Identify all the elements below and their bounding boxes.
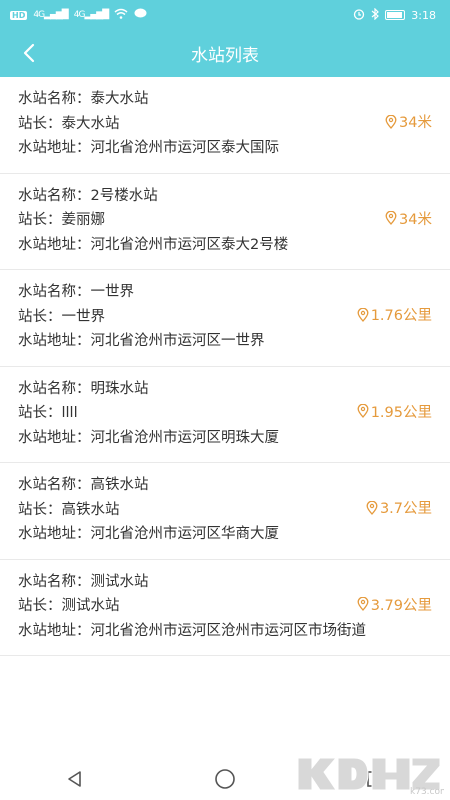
bluetooth-icon <box>371 7 380 23</box>
station-address-label: 水站地址： <box>18 333 91 349</box>
chevron-left-icon <box>23 43 35 63</box>
station-name-row: 水站名称：高铁水站 <box>18 473 432 498</box>
location-pin-icon <box>385 114 397 129</box>
station-manager-row: 站长：姜丽娜 <box>18 208 432 233</box>
page-title: 水站列表 <box>191 46 259 66</box>
station-address-label: 水站地址： <box>18 526 91 542</box>
location-pin-icon <box>357 597 369 611</box>
station-name: 测试水站 <box>90 573 149 590</box>
station-address-row: 水站地址：河北省沧州市运河区泰大2号楼 <box>18 233 432 258</box>
station-manager: 一世界 <box>61 308 106 325</box>
station-address-row: 水站地址：河北省沧州市运河区沧州市运河区市场街道 <box>18 619 432 644</box>
station-list-item[interactable]: 水站名称：一世界 站长：一世界 水站地址：河北省沧州市运河区一世界 1.76公里 <box>0 270 450 367</box>
station-manager: 测试水站 <box>61 598 120 614</box>
station-address: 河北省沧州市运河区一世界 <box>90 333 265 349</box>
battery-icon <box>385 10 406 20</box>
station-list-item[interactable]: 水站名称：2号楼水站 站长：姜丽娜 水站地址：河北省沧州市运河区泰大2号楼 34… <box>0 174 450 270</box>
location-pin-icon <box>385 211 397 225</box>
hd-badge: HD <box>10 10 28 20</box>
station-manager-label: 站长： <box>18 501 62 518</box>
station-name-row: 水站名称：2号楼水站 <box>18 184 432 209</box>
station-distance: 34米 <box>385 111 432 132</box>
station-name: 明珠水站 <box>90 380 149 397</box>
station-distance: 1.76公里 <box>357 304 432 325</box>
station-distance: 34米 <box>385 208 432 229</box>
station-name-row: 水站名称：明珠水站 <box>18 377 432 402</box>
distance-value: 3.79公里 <box>370 597 432 614</box>
triangle-back-icon <box>68 770 81 787</box>
back-nav-button[interactable] <box>55 764 95 794</box>
station-distance: 3.79公里 <box>357 594 432 615</box>
status-bar: HD 4G▂▄▆█ 4G▂▄▆█ 3:18 <box>0 0 450 30</box>
distance-value: 1.76公里 <box>370 308 432 324</box>
station-name-label: 水站名称： <box>18 477 91 493</box>
station-list: 水站名称：泰大水站 站长：泰大水站 水站地址：河北省沧州市运河区泰大国际 34米… <box>0 77 450 656</box>
station-manager: 高铁水站 <box>61 501 120 518</box>
wifi-icon <box>114 8 128 22</box>
station-address: 河北省沧州市运河区明珠大厦 <box>90 429 280 446</box>
alarm-icon <box>353 8 365 23</box>
station-address-row: 水站地址：河北省沧州市运河区华商大厦 <box>18 522 432 547</box>
station-name-label: 水站名称： <box>18 380 91 397</box>
station-name: 2号楼水站 <box>90 187 158 204</box>
station-list-item[interactable]: 水站名称：高铁水站 站长：高铁水站 水站地址：河北省沧州市运河区华商大厦 3.7… <box>0 463 450 560</box>
station-manager-row: 站长：泰大水站 <box>18 112 432 137</box>
distance-value: 34米 <box>399 211 432 228</box>
distance-value: 1.95公里 <box>370 404 432 421</box>
station-distance: 1.95公里 <box>357 401 432 422</box>
status-time: 3:18 <box>411 8 436 22</box>
station-address-label: 水站地址： <box>18 622 91 639</box>
station-name-row: 水站名称：测试水站 <box>18 570 432 595</box>
station-address: 河北省沧州市运河区沧州市运河区市场街道 <box>90 622 367 639</box>
message-icon <box>134 8 147 22</box>
location-pin-icon <box>357 404 369 418</box>
station-address-row: 水站地址：河北省沧州市运河区明珠大厦 <box>18 426 432 451</box>
nav-bar: 水站列表 <box>0 30 450 77</box>
station-address: 河北省沧州市运河区泰大2号楼 <box>90 236 289 253</box>
station-manager-label: 站长： <box>18 598 62 614</box>
station-manager-label: 站长： <box>18 212 62 228</box>
station-name-label: 水站名称： <box>18 573 91 590</box>
station-address-row: 水站地址：河北省沧州市运河区一世界 <box>18 329 432 354</box>
station-address-label: 水站地址： <box>18 429 91 446</box>
home-nav-button[interactable] <box>205 764 245 794</box>
circle-home-icon <box>215 768 235 789</box>
station-distance: 3.7公里 <box>366 497 432 518</box>
back-button[interactable] <box>12 36 46 70</box>
station-address-label: 水站地址： <box>18 236 91 253</box>
station-name-label: 水站名称： <box>18 91 91 107</box>
station-address: 河北省沧州市运河区泰大国际 <box>90 140 280 156</box>
station-name: 一世界 <box>90 284 135 300</box>
station-manager-label: 站长： <box>18 115 62 132</box>
station-address-label: 水站地址： <box>18 140 91 156</box>
station-manager: llll <box>61 405 78 421</box>
distance-value: 34米 <box>399 115 432 131</box>
station-manager: 姜丽娜 <box>61 212 106 228</box>
distance-value: 3.7公里 <box>379 501 432 517</box>
watermark-text: k73.com <box>410 787 444 796</box>
station-name: 泰大水站 <box>90 91 149 107</box>
signal-icon: 4G▂▄▆█ <box>33 10 68 20</box>
watermark-logo: k73.com <box>294 752 449 797</box>
location-pin-icon <box>366 500 378 515</box>
signal-icon-2: 4G▂▄▆█ <box>73 10 109 20</box>
station-name-row: 水站名称：泰大水站 <box>18 87 432 112</box>
station-address: 河北省沧州市运河区华商大厦 <box>90 526 280 542</box>
station-name: 高铁水站 <box>90 477 149 493</box>
station-list-item[interactable]: 水站名称：测试水站 站长：测试水站 水站地址：河北省沧州市运河区沧州市运河区市场… <box>0 560 450 656</box>
station-manager-label: 站长： <box>18 405 62 421</box>
station-manager-label: 站长： <box>18 308 62 325</box>
station-address-row: 水站地址：河北省沧州市运河区泰大国际 <box>18 136 432 161</box>
station-name-label: 水站名称： <box>18 284 91 300</box>
station-list-item[interactable]: 水站名称：明珠水站 站长：llll 水站地址：河北省沧州市运河区明珠大厦 1.9… <box>0 367 450 463</box>
location-pin-icon <box>357 307 369 322</box>
station-name-row: 水站名称：一世界 <box>18 280 432 305</box>
app-header: HD 4G▂▄▆█ 4G▂▄▆█ 3:18 水站列表 <box>0 0 450 77</box>
station-list-item[interactable]: 水站名称：泰大水站 站长：泰大水站 水站地址：河北省沧州市运河区泰大国际 34米 <box>0 77 450 174</box>
station-name-label: 水站名称： <box>18 187 91 204</box>
station-manager: 泰大水站 <box>61 115 120 132</box>
